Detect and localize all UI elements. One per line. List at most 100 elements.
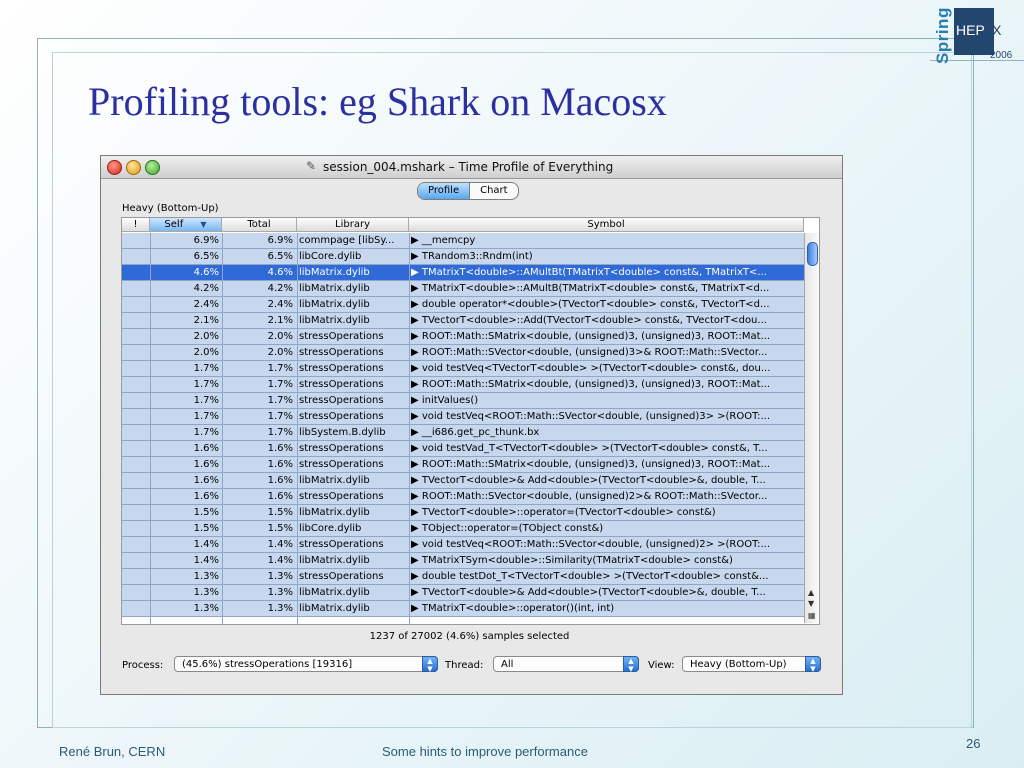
self-cell: 1.7% (193, 427, 219, 438)
table-row[interactable]: 1.3% 1.3% libMatrix.dylib ▶ TMatrixT<double… (122, 601, 804, 617)
table-row[interactable]: 1.6% 1.6% libMatrix.dylib ▶ TVectorT<double… (122, 473, 804, 489)
window-titlebar[interactable]: ✎ session_004.mshark – Time Profile of E… (101, 156, 842, 179)
column-header-self[interactable]: Self ▼ (150, 218, 222, 232)
total-cell: 1.6% (267, 459, 293, 470)
tab-chart[interactable]: Chart (470, 183, 517, 199)
popup-arrows-icon: ▲ ▼ (422, 656, 438, 673)
table-row[interactable]: 1.5% 1.5% libCore.dylib ▶ TObject::operator… (122, 521, 804, 537)
library-cell: stressOperations (299, 571, 384, 582)
table-row[interactable]: 1.6% 1.6% stressOperations ▶ ROOT::Math::SM… (122, 457, 804, 473)
vertical-scrollbar[interactable]: ▲ ▼ ▦ (804, 233, 819, 623)
self-cell: 1.6% (193, 443, 219, 454)
self-cell: 1.5% (193, 507, 219, 518)
table-row[interactable]: 1.7% 1.7% libSystem.B.dylib ▶ __i686.get_pc… (122, 425, 804, 441)
column-divider (222, 233, 223, 624)
symbol-cell: ▶ TVectorT<double>& Add<double>(TVectorT… (411, 587, 766, 598)
process-popup[interactable]: (45.6%) stressOperations [19316] ▲ ▼ (174, 656, 438, 673)
zoom-window-button[interactable] (145, 160, 160, 175)
table-row[interactable]: 6.5% 6.5% libCore.dylib ▶ TRandom3::Rndm(in… (122, 249, 804, 265)
table-row[interactable]: 6.9% 6.9% commpage [libSy... ▶ __memcpy (122, 233, 804, 249)
symbol-cell: ▶ ROOT::Math::SMatrix<double, (unsigned)… (411, 459, 771, 470)
profile-table: ! Self ▼ Total Library Symbol 6.9% 6.9% co… (121, 217, 820, 625)
library-cell: stressOperations (299, 395, 384, 406)
symbol-cell: ▶ TRandom3::Rndm(int) (411, 251, 533, 262)
library-cell: libMatrix.dylib (299, 299, 370, 310)
total-cell: 1.6% (267, 491, 293, 502)
self-cell: 6.9% (193, 235, 219, 246)
close-window-button[interactable] (107, 160, 122, 175)
view-label: View: (648, 660, 675, 671)
column-header-total[interactable]: Total (222, 218, 297, 232)
footer-author: René Brun, CERN (59, 744, 166, 759)
total-cell: 2.0% (267, 347, 293, 358)
table-row[interactable]: 1.7% 1.7% stressOperations ▶ initValues() (122, 393, 804, 409)
library-cell: libMatrix.dylib (299, 475, 370, 486)
total-cell: 1.5% (267, 523, 293, 534)
total-cell: 4.6% (267, 267, 293, 278)
total-cell: 6.5% (267, 251, 293, 262)
library-cell: stressOperations (299, 347, 384, 358)
library-cell: stressOperations (299, 539, 384, 550)
tab-profile[interactable]: Profile (418, 183, 471, 199)
table-row[interactable]: 1.3% 1.3% stressOperations ▶ double testDot… (122, 569, 804, 585)
scroll-up-arrow-icon[interactable]: ▲ (808, 588, 814, 597)
table-row[interactable]: 2.4% 2.4% libMatrix.dylib ▶ double operator… (122, 297, 804, 313)
table-row[interactable]: 2.1% 2.1% libMatrix.dylib ▶ TVectorT<double… (122, 313, 804, 329)
total-cell: 1.3% (267, 571, 293, 582)
table-row[interactable]: 1.3% 1.3% libMatrix.dylib ▶ TVectorT<double… (122, 585, 804, 601)
symbol-cell: ▶ void testVeq<ROOT::Math::SVector<doubl… (411, 411, 771, 422)
table-row[interactable]: 4.6% 4.6% libMatrix.dylib ▶ TMatrixT<double… (122, 265, 804, 281)
footer-talk-title: Some hints to improve performance (382, 744, 588, 759)
table-row[interactable]: 1.7% 1.7% stressOperations ▶ ROOT::Math::SM… (122, 377, 804, 393)
total-cell: 1.7% (267, 363, 293, 374)
table-row[interactable]: 1.7% 1.7% stressOperations ▶ void testVeq<T… (122, 361, 804, 377)
symbol-cell: ▶ __i686.get_pc_thunk.bx (411, 427, 540, 438)
total-cell: 1.5% (267, 507, 293, 518)
self-cell: 4.2% (193, 283, 219, 294)
total-cell: 1.3% (267, 587, 293, 598)
self-cell: 1.6% (193, 475, 219, 486)
popup-arrows-icon: ▲ ▼ (623, 656, 639, 673)
minimize-window-button[interactable] (126, 160, 141, 175)
table-row[interactable]: 1.7% 1.7% stressOperations ▶ void testVeq<R… (122, 409, 804, 425)
document-icon: ✎ (306, 159, 317, 173)
symbol-cell: ▶ TObject::operator=(TObject const&) (411, 523, 604, 534)
process-label: Process: (122, 660, 164, 671)
self-cell: 2.4% (193, 299, 219, 310)
total-cell: 1.6% (267, 475, 293, 486)
symbol-cell: ▶ double testDot_T<TVectorT<double> >(TV… (411, 571, 769, 582)
column-divider (409, 233, 410, 624)
self-cell: 1.7% (193, 363, 219, 374)
table-row[interactable]: 2.0% 2.0% stressOperations ▶ ROOT::Math::SM… (122, 329, 804, 345)
table-row[interactable]: 2.0% 2.0% stressOperations ▶ ROOT::Math::SV… (122, 345, 804, 361)
table-row[interactable]: 1.4% 1.4% libMatrix.dylib ▶ TMatrixTSym<dou… (122, 553, 804, 569)
logo-spring-text: Spring (933, 7, 952, 64)
symbol-cell: ▶ __memcpy (411, 235, 476, 246)
scroll-down-arrow-icon[interactable]: ▼ (808, 599, 814, 608)
table-row[interactable]: 1.4% 1.4% stressOperations ▶ void testVeq<R… (122, 537, 804, 553)
table-row[interactable]: 1.6% 1.6% stressOperations ▶ ROOT::Math::SV… (122, 489, 804, 505)
column-header-flag[interactable]: ! (122, 218, 150, 232)
thread-popup[interactable]: All ▲ ▼ (493, 656, 639, 673)
library-cell: libMatrix.dylib (299, 315, 370, 326)
column-divider (297, 233, 298, 624)
symbol-cell: ▶ void testVeq<ROOT::Math::SVector<doubl… (411, 539, 771, 550)
view-popup[interactable]: Heavy (Bottom-Up) ▲ ▼ (682, 656, 821, 673)
popup-arrows-icon: ▲ ▼ (805, 656, 821, 673)
resize-columns-icon[interactable]: ▦ (808, 611, 816, 620)
column-header-library[interactable]: Library (297, 218, 409, 232)
total-cell: 1.3% (267, 603, 293, 614)
self-cell: 1.5% (193, 523, 219, 534)
window-title: session_004.mshark – Time Profile of Eve… (323, 160, 614, 174)
scroll-thumb[interactable] (807, 242, 818, 266)
total-cell: 2.1% (267, 315, 293, 326)
table-row[interactable]: 4.2% 4.2% libMatrix.dylib ▶ TMatrixT<double… (122, 281, 804, 297)
library-cell: libMatrix.dylib (299, 507, 370, 518)
symbol-cell: ▶ TMatrixT<double>::operator()(int, int) (411, 603, 615, 614)
symbol-cell: ▶ TMatrixT<double>::AMultB(TMatrixT<doub… (411, 283, 770, 294)
library-cell: libCore.dylib (299, 251, 362, 262)
column-header-symbol[interactable]: Symbol (409, 218, 804, 232)
column-divider (150, 233, 151, 624)
table-row[interactable]: 1.6% 1.6% stressOperations ▶ void testVad_T… (122, 441, 804, 457)
table-row[interactable]: 1.5% 1.5% libMatrix.dylib ▶ TVectorT<double… (122, 505, 804, 521)
